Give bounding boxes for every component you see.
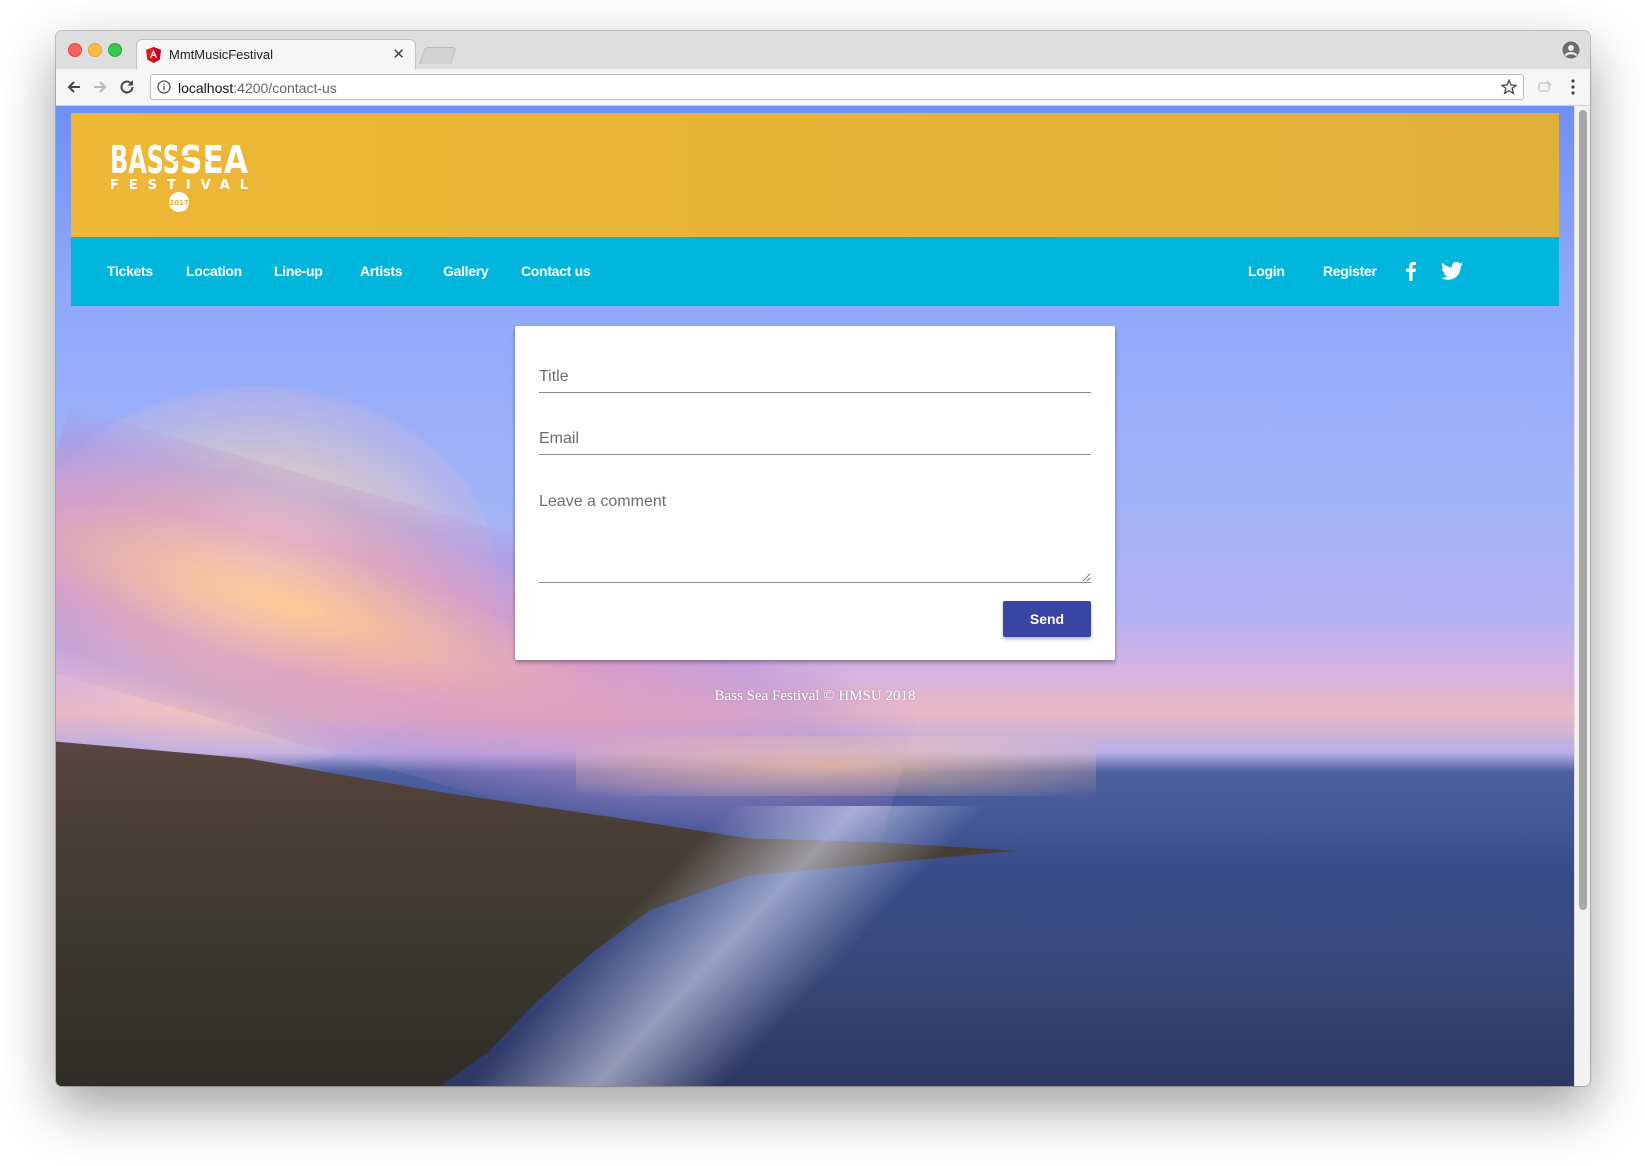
minimize-window-button[interactable] [88,43,102,57]
comment-textarea[interactable] [539,493,1091,583]
more-menu-icon[interactable] [1570,78,1576,96]
send-button[interactable]: Send [1003,601,1091,637]
bass-sea-festival-logo[interactable]: BASS SEA FESTIVAL 2017 [110,133,252,215]
background-surf [435,806,1017,1086]
main-navbar: Tickets Location Line-up Artists Gallery… [71,237,1559,306]
close-window-button[interactable] [68,43,82,57]
nav-gallery[interactable]: Gallery [443,263,489,279]
extension-icon[interactable] [1536,78,1554,96]
nav-tickets[interactable]: Tickets [107,263,153,279]
browser-tab[interactable]: MmtMusicFestival ✕ [136,39,416,70]
nav-login[interactable]: Login [1248,263,1285,279]
logo-word-sea: SEA [180,138,248,182]
logo-year: 2017 [169,199,189,207]
logo-word-bass: BASS [110,138,180,182]
url-host: localhost [178,80,234,96]
tab-strip: MmtMusicFestival ✕ [56,31,1590,70]
url-text[interactable]: localhost:4200/contact-us [178,80,337,96]
address-bar[interactable]: localhost:4200/contact-us [150,74,1524,100]
nav-lineup[interactable]: Line-up [274,263,323,279]
email-input[interactable] [539,430,1091,455]
twitter-icon[interactable] [1441,261,1463,281]
nav-contact-us[interactable]: Contact us [521,263,591,279]
contact-form-card: Send [515,326,1115,660]
angular-icon [146,47,161,63]
comment-field [539,493,1091,588]
profile-icon[interactable] [1562,41,1580,59]
browser-toolbar: localhost:4200/contact-us [56,69,1590,106]
email-field [539,430,1091,455]
zoom-window-button[interactable] [108,43,122,57]
title-input[interactable] [539,368,1091,393]
nav-artists[interactable]: Artists [360,263,403,279]
tab-title: MmtMusicFestival [169,47,274,62]
scrollbar-thumb[interactable] [1579,110,1587,910]
footer-copyright: Bass Sea Festival © HMSU 2018 [714,688,916,704]
nav-register[interactable]: Register [1323,263,1377,279]
page-viewport: BASS SEA FESTIVAL 2017 Tickets Location … [56,106,1574,1086]
back-arrow-icon[interactable] [65,78,83,96]
new-tab-button[interactable] [419,47,457,64]
nav-location[interactable]: Location [186,263,242,279]
bookmark-star-icon[interactable] [1501,79,1517,95]
background-horizon [576,736,1096,796]
page-scrollbar[interactable] [1574,106,1590,1086]
site-header: BASS SEA FESTIVAL 2017 [71,113,1559,237]
reload-icon[interactable] [118,78,136,96]
tab-close-icon[interactable]: ✕ [392,45,405,63]
info-icon[interactable] [157,80,171,94]
url-path: :4200/contact-us [233,80,337,96]
title-field [539,368,1091,393]
facebook-icon[interactable] [1401,261,1421,281]
browser-window: MmtMusicFestival ✕ localhost:4200/contac… [56,31,1590,1086]
forward-arrow-icon[interactable] [91,78,109,96]
